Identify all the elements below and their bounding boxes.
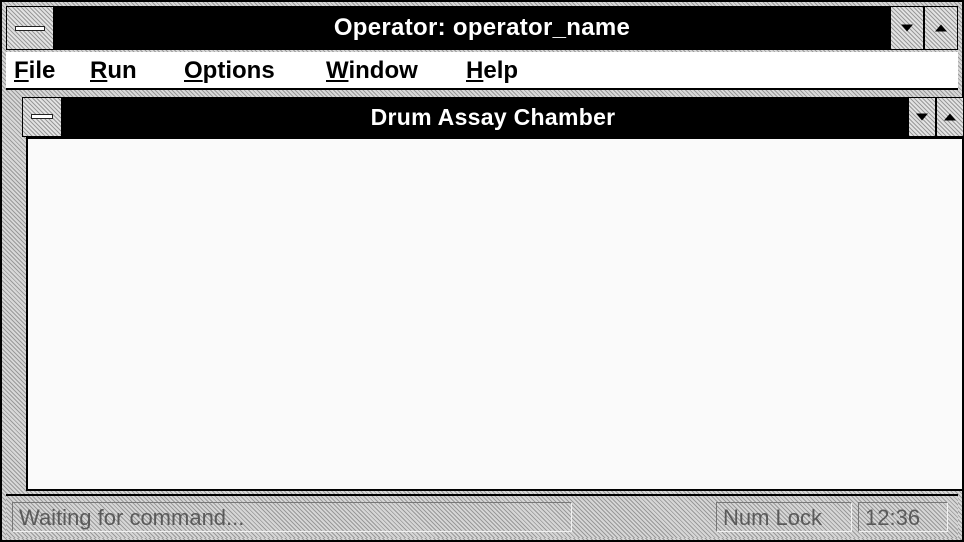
child-maximize-arrow-icon: [944, 113, 956, 121]
child-window-title: Drum Assay Chamber: [370, 104, 616, 130]
menu-file-mnemonic: F: [14, 57, 29, 84]
status-time: 12:36: [858, 502, 948, 532]
title-bar[interactable]: Operator: operator_name: [6, 6, 958, 50]
main-window: Operator: operator_name File Run Options…: [0, 0, 964, 542]
menu-window-label: indow: [348, 57, 418, 84]
window-title: Operator: operator_name: [333, 14, 631, 41]
child-title-bar[interactable]: Drum Assay Chamber: [22, 97, 964, 137]
menu-bar: File Run Options Window Help: [6, 52, 958, 90]
menu-file-label: ile: [28, 57, 56, 84]
child-maximize-button[interactable]: [936, 97, 964, 137]
menu-file[interactable]: File: [14, 56, 55, 86]
menu-options[interactable]: Options: [184, 56, 275, 86]
menu-options-label: ptions: [202, 57, 275, 84]
status-message: Waiting for command...: [12, 502, 572, 532]
menu-run-label: un: [107, 57, 137, 84]
menu-help-mnemonic: H: [466, 57, 484, 84]
status-bar: Waiting for command... Num Lock 12:36: [6, 494, 958, 538]
menu-window-mnemonic: W: [326, 57, 349, 84]
maximize-arrow-icon: [935, 24, 947, 32]
menu-window[interactable]: Window: [326, 56, 418, 86]
maximize-button[interactable]: [924, 6, 958, 50]
menu-run[interactable]: Run: [90, 56, 137, 86]
child-client-area[interactable]: [26, 137, 964, 491]
status-num-lock: Num Lock: [716, 502, 852, 532]
menu-help[interactable]: Help: [466, 56, 518, 86]
child-minimize-button[interactable]: [908, 97, 936, 137]
minimize-arrow-icon: [901, 24, 913, 32]
child-minimize-arrow-icon: [916, 113, 928, 121]
menu-help-label: elp: [483, 57, 519, 84]
menu-options-mnemonic: O: [184, 57, 203, 84]
minimize-button[interactable]: [890, 6, 924, 50]
menu-run-mnemonic: R: [90, 57, 108, 84]
